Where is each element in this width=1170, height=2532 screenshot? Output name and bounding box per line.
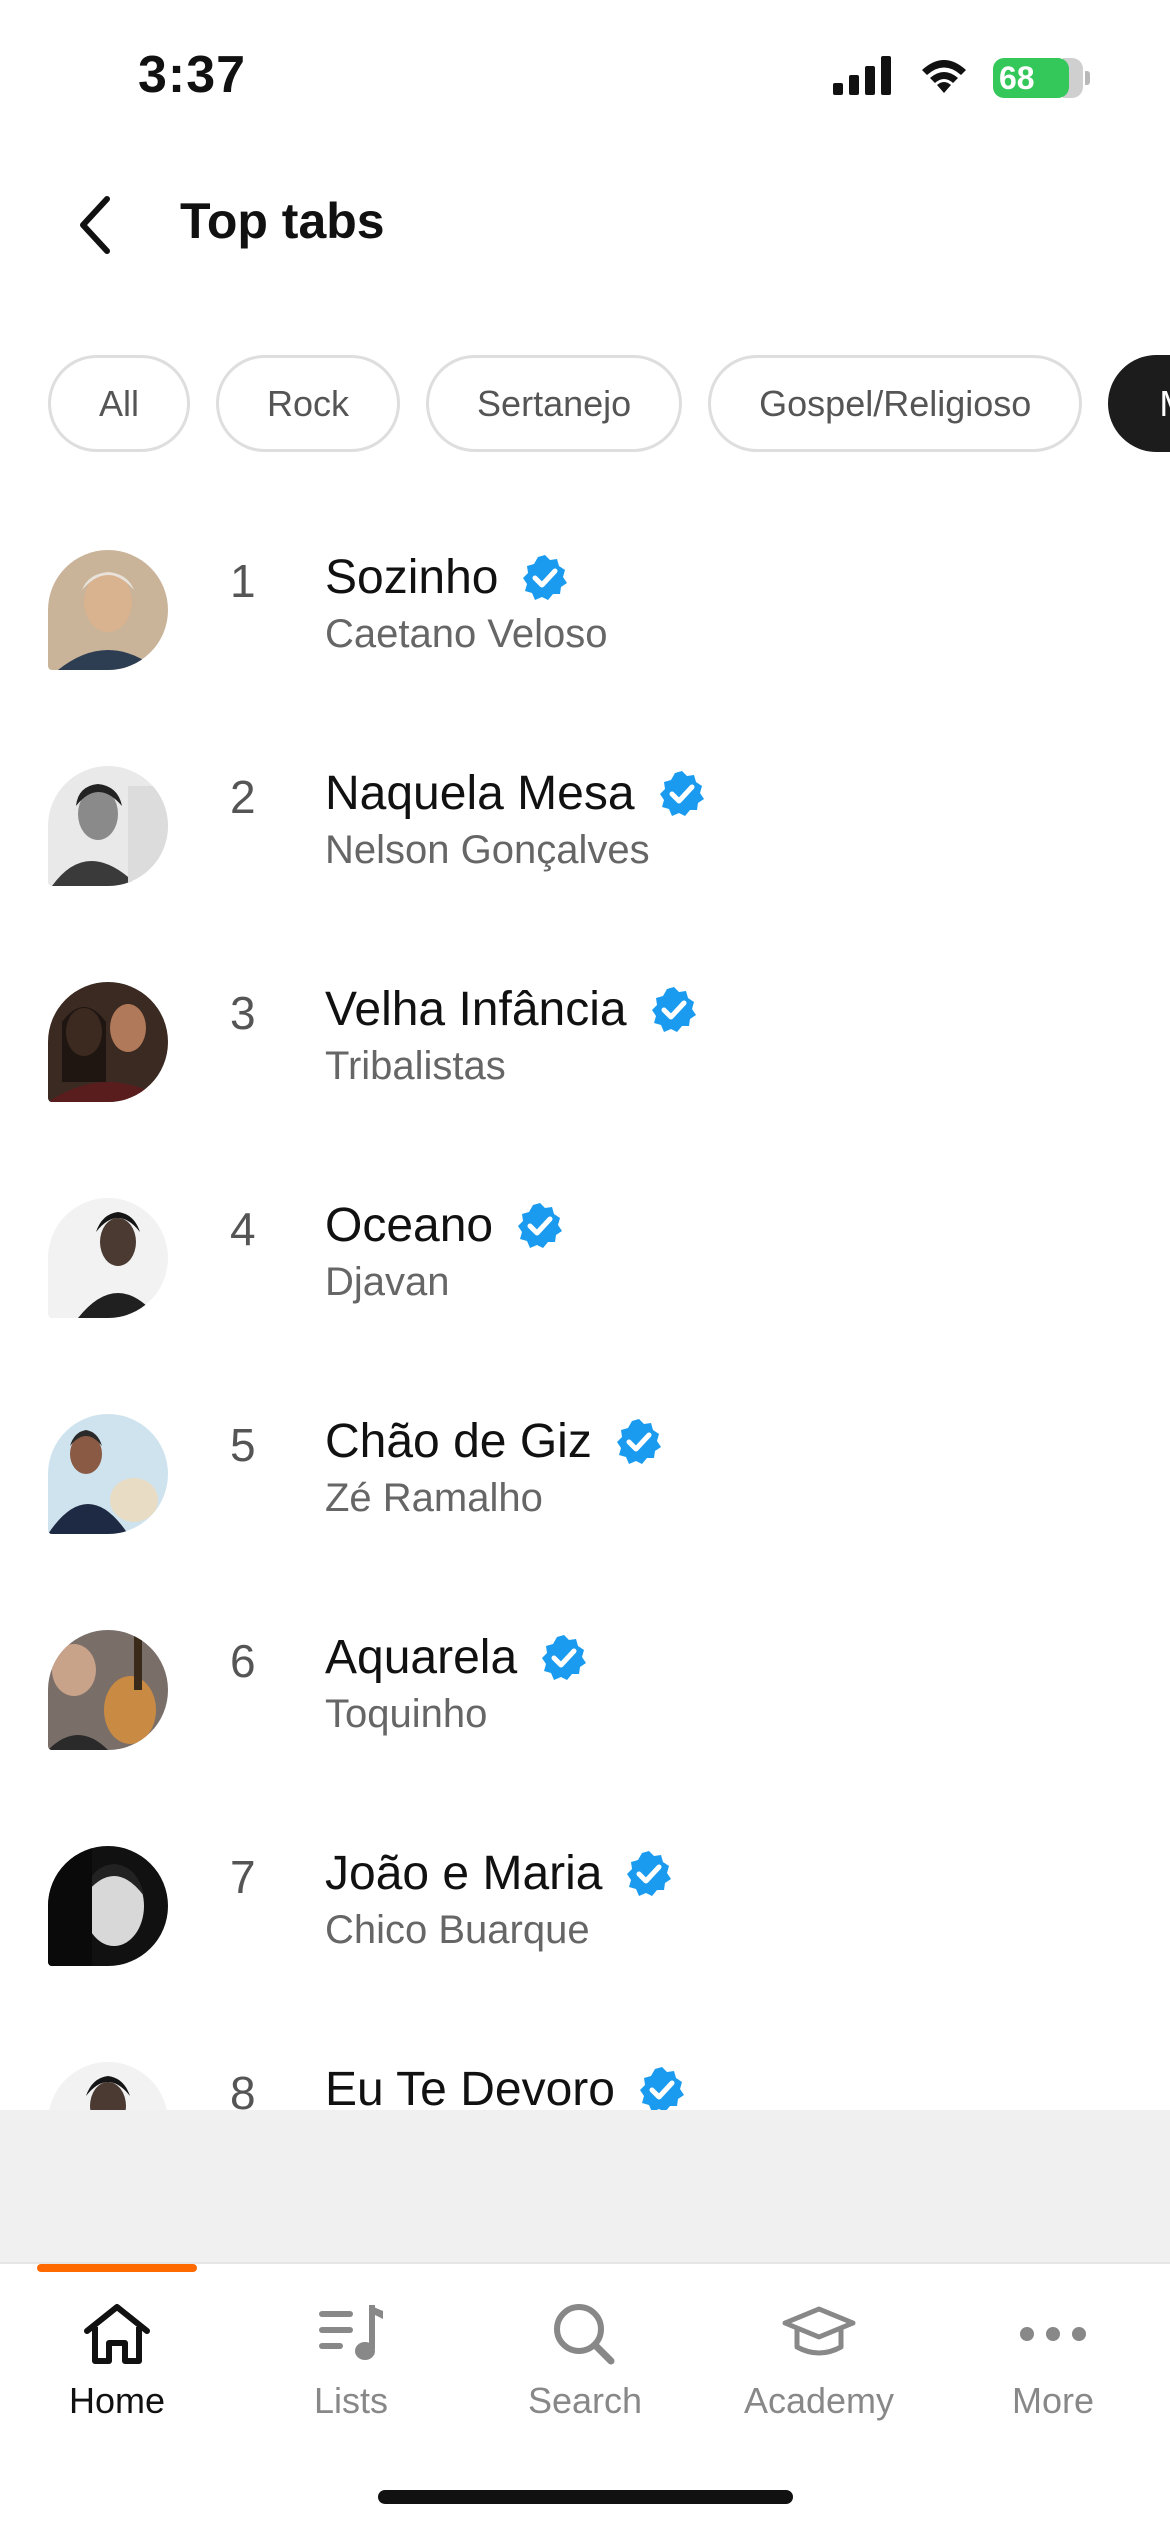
list-item[interactable]: 6 Aquarela Toquinho <box>0 1620 1170 1836</box>
artist-name: Caetano Veloso <box>325 612 608 656</box>
tab-rank: 6 <box>230 1635 256 1687</box>
song-title: Chão de Giz <box>325 1415 592 1468</box>
artist-avatar <box>48 766 168 886</box>
song-title: Sozinho <box>325 551 499 604</box>
nav-lists[interactable]: Lists <box>234 2294 468 2422</box>
home-icon <box>77 2294 157 2374</box>
nav-academy[interactable]: Academy <box>702 2294 936 2422</box>
cellular-signal-icon <box>833 55 895 100</box>
chevron-left-icon <box>80 196 110 254</box>
nav-search[interactable]: Search <box>468 2294 702 2422</box>
tab-rank: 4 <box>230 1203 256 1255</box>
status-icons: 68 <box>833 55 1090 100</box>
artist-avatar <box>48 1630 168 1750</box>
artist-name: Nelson Gonçalves <box>325 828 650 872</box>
tab-rank: 7 <box>230 1851 256 1903</box>
active-tab-indicator <box>37 2264 197 2272</box>
artist-avatar <box>48 1198 168 1318</box>
song-title: Oceano <box>325 1199 494 1252</box>
music-list-icon <box>311 2294 391 2374</box>
back-button[interactable] <box>60 190 130 260</box>
wifi-icon <box>917 55 971 100</box>
nav-more-label: More <box>1011 2380 1095 2421</box>
song-row: Naquela Mesa <box>325 766 707 821</box>
more-dots-icon <box>1013 2294 1093 2374</box>
song-row: Sozinho <box>325 550 570 605</box>
nav-home-label: Home <box>68 2380 166 2421</box>
battery-percent: 68 <box>999 59 1035 96</box>
tab-rank: 3 <box>230 987 256 1039</box>
list-item[interactable]: 3 Velha Infância Tribalistas <box>0 972 1170 1188</box>
tab-rank: 1 <box>230 555 256 607</box>
artist-avatar <box>48 1414 168 1534</box>
filter-chip-selected[interactable]: M <box>1108 355 1170 452</box>
artist-avatar <box>48 1846 168 1966</box>
screen: 3:37 68 Top tabs All Rock Sertanejo Gosp… <box>0 0 1170 2532</box>
filter-chip-gospel[interactable]: Gospel/Religioso <box>708 355 1083 452</box>
status-bar: 3:37 68 <box>0 0 1170 150</box>
nav-lists-label: Lists <box>313 2380 389 2421</box>
tab-rank: 5 <box>230 1419 256 1471</box>
tab-list: 1 Sozinho Caetano Veloso 2 Naquela Mesa … <box>0 540 1170 2268</box>
list-item[interactable]: 5 Chão de Giz Zé Ramalho <box>0 1404 1170 1620</box>
song-row: João e Maria <box>325 1846 674 1901</box>
song-row: Eu Te Devoro <box>325 2062 687 2117</box>
filter-chip-all[interactable]: All <box>48 355 191 452</box>
song-title: Aquarela <box>325 1631 518 1684</box>
nav-academy-label: Academy <box>743 2380 895 2421</box>
song-title: João e Maria <box>325 1847 603 1900</box>
list-item[interactable]: 2 Naquela Mesa Nelson Gonçalves <box>0 756 1170 972</box>
verified-badge-icon <box>649 985 699 1035</box>
song-row: Velha Infância <box>325 982 699 1037</box>
verified-badge-icon <box>614 1417 664 1467</box>
list-item[interactable]: 4 Oceano Djavan <box>0 1188 1170 1404</box>
verified-badge-icon <box>637 2065 687 2115</box>
nav-search-label: Search <box>527 2380 643 2421</box>
battery-cap <box>1085 70 1090 85</box>
song-row: Oceano <box>325 1198 565 1253</box>
search-icon <box>545 2294 625 2374</box>
battery-level: 68 <box>993 57 1069 98</box>
page-title: Top tabs <box>180 193 385 249</box>
artist-avatar <box>48 550 168 670</box>
artist-name: Toquinho <box>325 1692 488 1736</box>
artist-name: Zé Ramalho <box>325 1476 543 1520</box>
list-item[interactable]: 7 João e Maria Chico Buarque <box>0 1836 1170 2052</box>
verified-badge-icon <box>515 1201 565 1251</box>
verified-badge-icon <box>624 1849 674 1899</box>
graduation-cap-icon <box>779 2294 859 2374</box>
header: Top tabs <box>0 170 1170 280</box>
ad-placeholder <box>0 2110 1170 2262</box>
song-title: Velha Infância <box>325 983 627 1036</box>
list-item[interactable]: 1 Sozinho Caetano Veloso <box>0 540 1170 756</box>
verified-badge-icon <box>657 769 707 819</box>
song-title: Eu Te Devoro <box>325 2063 615 2116</box>
song-row: Aquarela <box>325 1630 589 1685</box>
filter-chip-rock[interactable]: Rock <box>216 355 401 452</box>
nav-more[interactable]: More <box>936 2294 1170 2422</box>
artist-name: Chico Buarque <box>325 1908 590 1952</box>
battery-icon: 68 <box>993 57 1090 98</box>
artist-avatar <box>48 982 168 1102</box>
song-title: Naquela Mesa <box>325 767 635 820</box>
nav-home[interactable]: Home <box>0 2294 234 2422</box>
verified-badge-icon <box>520 553 570 603</box>
song-row: Chão de Giz <box>325 1414 664 1469</box>
filter-chip-sertanejo[interactable]: Sertanejo <box>426 355 683 452</box>
artist-name: Tribalistas <box>325 1044 506 1088</box>
filter-chips: All Rock Sertanejo Gospel/Religioso M <box>48 355 1170 452</box>
artist-name: Djavan <box>325 1260 450 1304</box>
tab-rank: 2 <box>230 771 256 823</box>
verified-badge-icon <box>539 1633 589 1683</box>
home-indicator <box>378 2490 793 2504</box>
status-time: 3:37 <box>138 46 247 104</box>
